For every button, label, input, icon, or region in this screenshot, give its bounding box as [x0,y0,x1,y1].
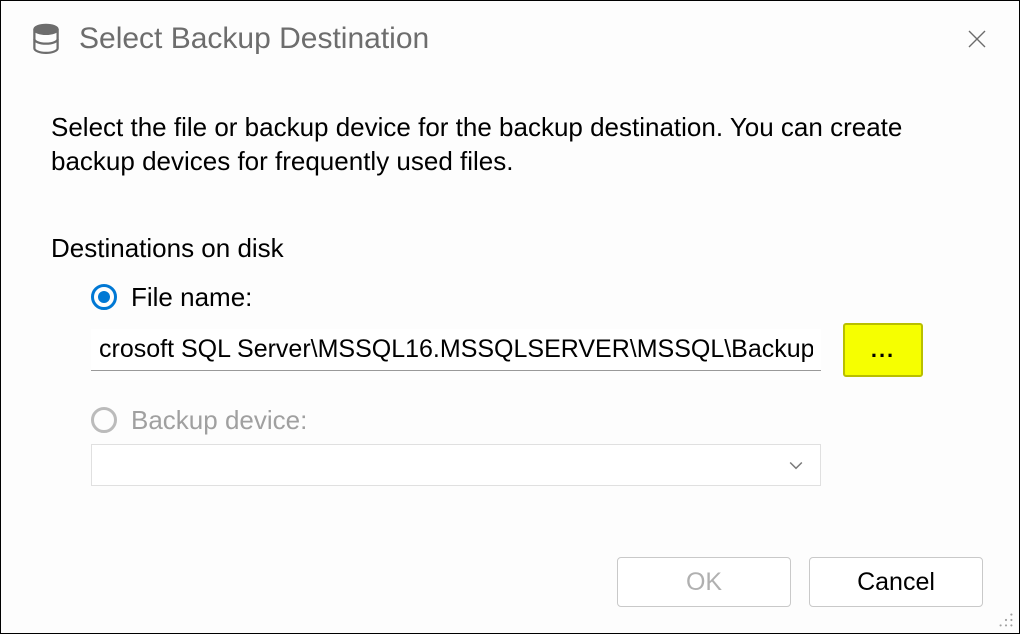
chevron-down-icon [786,455,806,475]
file-name-radio[interactable] [91,284,117,310]
file-name-input[interactable] [91,329,821,371]
backup-device-option-row: Backup device: [1,405,1019,436]
database-icon [29,22,63,56]
destinations-label: Destinations on disk [1,179,1019,264]
radio-dot-icon [98,291,110,303]
resize-grip-icon[interactable] [997,611,1015,629]
close-icon [965,27,989,51]
titlebar: Select Backup Destination [1,1,1019,69]
file-name-option-row: File name: [1,282,1019,313]
browse-button[interactable]: ... [843,323,923,377]
backup-device-radio-label: Backup device: [131,405,307,436]
dialog-description: Select the file or backup device for the… [1,69,1019,179]
file-name-field-row: ... [1,323,1019,377]
backup-device-field-row [1,444,1019,486]
file-name-radio-label: File name: [131,282,252,313]
browse-button-label: ... [871,337,895,363]
dialog-title: Select Backup Destination [79,22,957,56]
ok-button[interactable]: OK [617,557,791,607]
close-button[interactable] [957,19,997,59]
dialog-footer: OK Cancel [617,557,983,607]
cancel-button[interactable]: Cancel [809,557,983,607]
select-backup-destination-dialog: Select Backup Destination Select the fil… [0,0,1020,634]
backup-device-radio [91,407,117,433]
cancel-button-label: Cancel [857,568,935,597]
ok-button-label: OK [686,568,722,597]
backup-device-combobox [91,444,821,486]
